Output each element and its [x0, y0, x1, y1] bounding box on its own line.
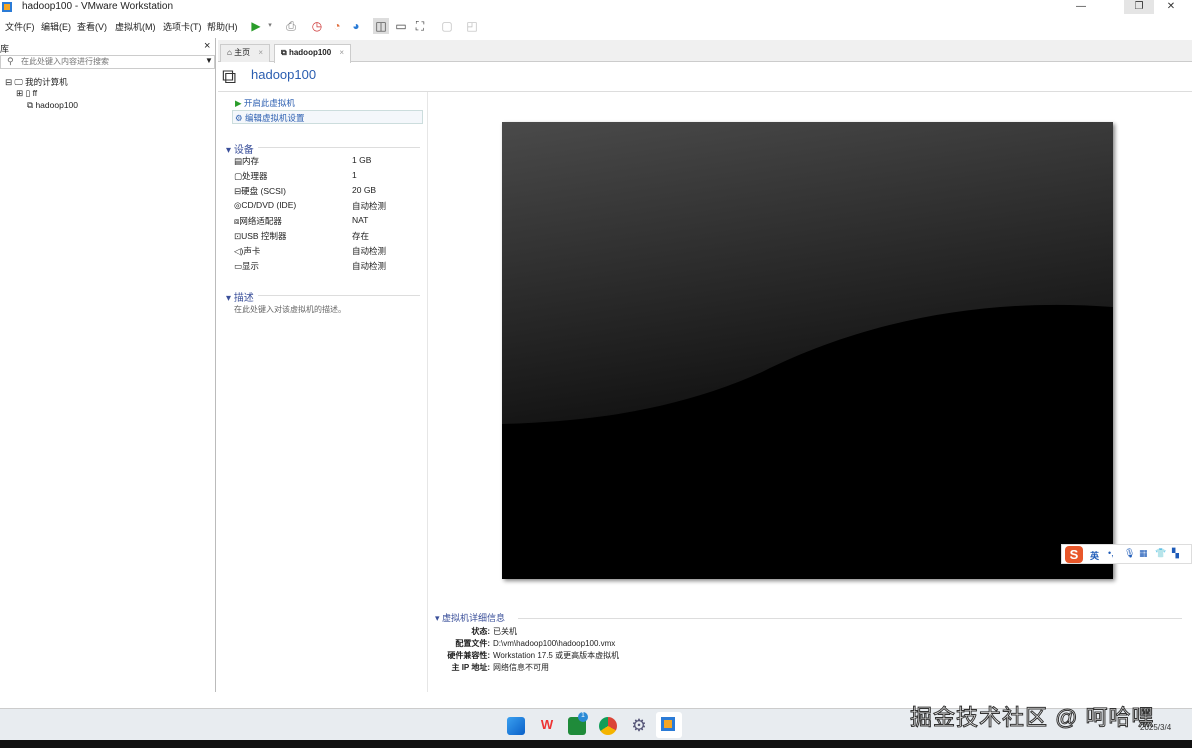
search-dropdown-icon[interactable]: ▼ [205, 56, 213, 65]
sogou-logo-icon: S [1065, 546, 1083, 563]
device-usb-controller[interactable]: ⊡USB 控制器 存在 [234, 230, 424, 245]
divider [258, 295, 420, 296]
devices-header[interactable]: ▾ 设备 [226, 141, 254, 156]
vm-icon: ⧉ [27, 100, 34, 110]
xbox-icon[interactable]: 1 [568, 712, 588, 735]
power-on-link[interactable]: ▶ 开启此虚拟机 [235, 97, 295, 109]
play-icon: ▶ [235, 98, 242, 108]
collapse-icon[interactable]: ⊟ [5, 77, 12, 87]
chrome-icon[interactable] [599, 717, 617, 735]
revert-snapshot-icon[interactable]: ◔ [329, 18, 345, 34]
details-header[interactable]: ▾ 虚拟机详细信息 [435, 611, 505, 624]
tab-close-icon[interactable]: × [258, 48, 263, 57]
device-display[interactable]: ▭显示 自动检测 [234, 260, 424, 275]
library-title: 库 [0, 44, 10, 54]
expand-icon[interactable]: ⊞ [16, 88, 23, 98]
vm-title: hadoop100 [251, 67, 317, 82]
title-bar: hadoop100 - VMware Workstation — ❐ ✕ [0, 0, 1192, 14]
tab-close-icon[interactable]: × [339, 48, 344, 57]
tree-item-hadoop100[interactable]: ⧉ hadoop100 [27, 100, 78, 111]
detail-row: 配置文件: D:\vm\hadoop100\hadoop100.vmx [455, 639, 616, 648]
memory-icon: ▤ [234, 156, 243, 166]
divider [218, 91, 1192, 92]
detail-row: 状态: 已关机 [471, 627, 517, 636]
tab-bar [218, 40, 1192, 62]
description-header[interactable]: ▾ 描述 [226, 289, 254, 304]
device-processor[interactable]: ▢处理器 1 [234, 170, 424, 185]
search-icon: ⚲ [7, 56, 14, 66]
menu-tabs[interactable]: 选项卡(T) [163, 20, 202, 33]
device-memory[interactable]: ▤内存 1 GB [234, 155, 424, 170]
main-panel: ⌂ 主页 × ⧉ hadoop100 × ⧉ hadoop100 ▶ 开启此虚拟… [218, 40, 1192, 692]
divider [427, 92, 428, 692]
thumbnail-view-icon[interactable]: ▭ [393, 18, 409, 34]
notification-badge: 1 [578, 712, 588, 722]
processor-icon: ▢ [234, 171, 243, 181]
display-icon: ▭ [234, 261, 243, 271]
unity-icon[interactable]: ◰ [464, 18, 480, 34]
console-icon[interactable]: ▢ [439, 18, 455, 34]
divider [518, 618, 1182, 619]
settings-icon[interactable]: ⚙ [630, 717, 648, 735]
skin-icon[interactable]: 👕 [1155, 548, 1166, 559]
vm-preview-graphic [502, 122, 1113, 424]
screen-bottom [0, 740, 1192, 748]
toolbox-icon[interactable]: ▚ [1172, 548, 1179, 559]
punctuation-icon[interactable]: •, [1108, 548, 1114, 558]
snapshot-icon[interactable]: ◷ [309, 18, 325, 34]
tree-item-ff[interactable]: ⊞ ▯ ff [16, 88, 37, 99]
fullscreen-icon[interactable]: ⛶ [412, 18, 428, 34]
menu-bar: 文件(F) 编辑(E) 查看(V) 虚拟机(M) 选项卡(T) 帮助(H) ▶ … [0, 15, 1192, 37]
vmware-logo-icon [2, 2, 12, 12]
restore-button[interactable]: ❐ [1124, 0, 1154, 14]
watermark: 掘金技术社区 @ 呵哈嘿 [910, 705, 1155, 731]
wps-icon[interactable]: W [538, 717, 556, 735]
vmware-taskbar-icon[interactable] [656, 712, 682, 738]
sound-card-icon: ◁) [234, 246, 244, 256]
minimize-button[interactable]: — [1066, 0, 1096, 14]
detail-row: 主 IP 地址: 网络信息不可用 [451, 663, 549, 672]
computer-icon: 🖵 [14, 77, 23, 87]
library-close-button[interactable]: × [204, 40, 210, 52]
ime-lang[interactable]: 英 [1090, 549, 1099, 562]
menu-file[interactable]: 文件(F) [5, 20, 35, 33]
divider [258, 147, 420, 148]
vm-icon: ⧉ [281, 48, 287, 57]
library-view-icon[interactable]: ◫ [373, 18, 389, 34]
menu-edit[interactable]: 编辑(E) [41, 20, 71, 33]
device-sound-card[interactable]: ◁)声卡 自动检测 [234, 245, 424, 260]
vm-preview[interactable] [502, 122, 1113, 579]
menu-view[interactable]: 查看(V) [77, 20, 107, 33]
device-network-adapter[interactable]: ⧈网络适配器 NAT [234, 215, 424, 230]
home-icon: ⌂ [227, 48, 232, 57]
settings-icon: ⚙ [235, 113, 243, 123]
menu-vm[interactable]: 虚拟机(M) [115, 20, 156, 33]
window-title: hadoop100 - VMware Workstation [22, 1, 174, 12]
edit-settings-link[interactable]: ⚙ 编辑虚拟机设置 [232, 110, 423, 124]
tree-root[interactable]: ⊟ 🖵 我的计算机 [5, 76, 68, 88]
ime-toolbar[interactable]: S 英 •, 🎙 ▦ 👕 ▚ [1061, 544, 1192, 564]
library-search[interactable]: ⚲ ▼ [0, 55, 215, 69]
vm-icon: ▯ [25, 88, 31, 98]
menu-help[interactable]: 帮助(H) [207, 20, 238, 33]
device-hard-disk[interactable]: ⊟硬盘 (SCSI) 20 GB [234, 185, 424, 200]
snapshot-manager-icon[interactable]: ◕ [348, 18, 364, 34]
detail-row: 硬件兼容性: Workstation 17.5 或更高版本虚拟机 [447, 651, 620, 660]
tab-hadoop100[interactable]: ⧉ hadoop100 × [274, 44, 352, 63]
device-cd-dvd[interactable]: ◎CD/DVD (IDE) 自动检测 [234, 200, 424, 215]
send-keys-icon[interactable]: ⎙ [283, 18, 299, 34]
close-button[interactable]: ✕ [1156, 0, 1186, 14]
vm-large-icon: ⧉ [222, 66, 237, 88]
keyboard-icon[interactable]: ▦ [1139, 548, 1148, 559]
start-icon[interactable] [507, 717, 525, 735]
library-panel: 库 × ⚲ ▼ ⊟ 🖵 我的计算机 ⊞ ▯ ff ⧉ hadoop100 [0, 38, 216, 692]
microphone-icon[interactable]: 🎙 [1124, 548, 1135, 559]
search-input[interactable] [21, 57, 201, 66]
description-text[interactable]: 在此处键入对该虚拟机的描述。 [234, 304, 346, 315]
chevron-down-icon[interactable]: ▾ [262, 18, 278, 34]
tab-home[interactable]: ⌂ 主页 × [220, 44, 270, 62]
